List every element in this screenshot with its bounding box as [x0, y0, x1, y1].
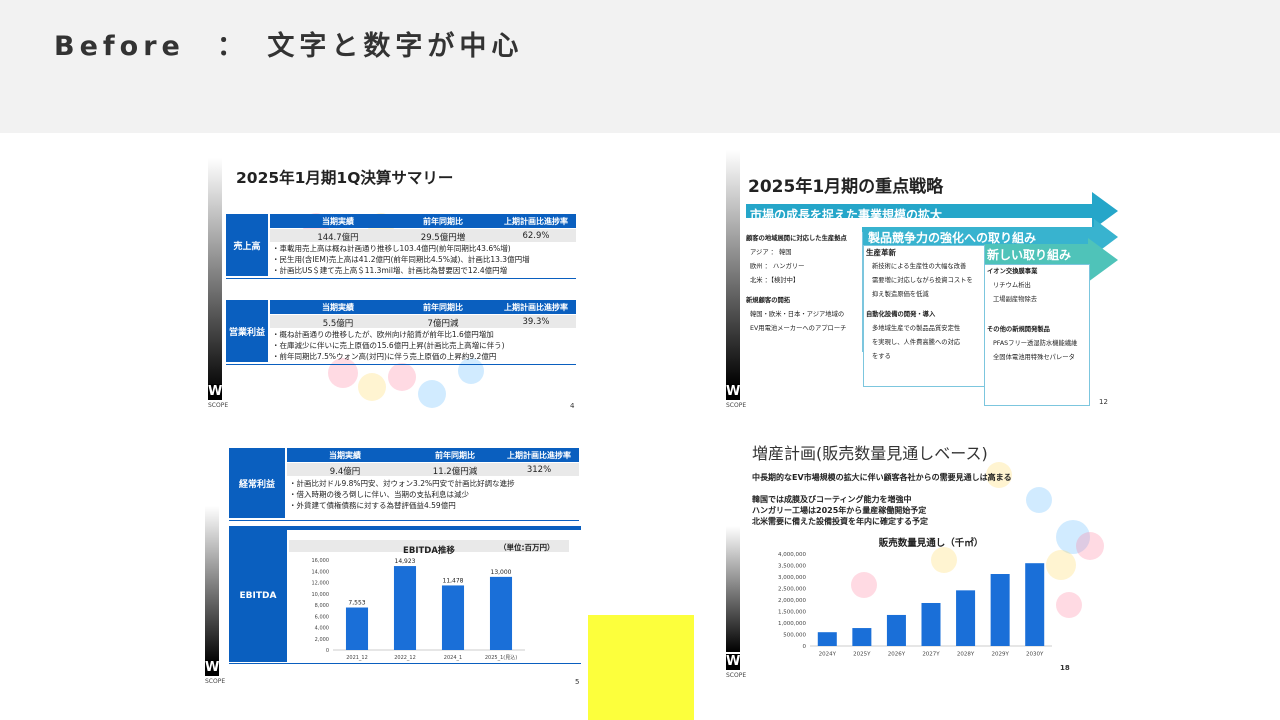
- y-tick-label: 4,000,000: [778, 552, 806, 558]
- arrow-label-3: 新しい取り組み: [987, 248, 1072, 262]
- y-tick-label: 0: [803, 644, 807, 650]
- logo-gradient-bar: [726, 150, 740, 386]
- x-tick-label: 2026Y: [888, 652, 906, 658]
- strategy-column-1: 顧客の地域展開に対応した生産拠点 アジア ： 韓国 欧州 ： ハンガリー 北米 …: [746, 232, 863, 352]
- bar: [852, 628, 872, 646]
- slide-title: 増産計画(販売数量見通しベース): [752, 444, 988, 463]
- x-tick-label: 2021_12: [346, 655, 368, 661]
- bar: [1025, 563, 1045, 646]
- y-tick-label: 1,500,000: [778, 610, 806, 616]
- slide-title: 2025年1月期1Q決算サマリー: [236, 169, 454, 187]
- bar-value-label: 11,478: [443, 577, 464, 584]
- slide-summary: W SCOPE 2025年1月期1Q決算サマリー 売上高 当期実績 前年同期比 …: [208, 158, 582, 412]
- x-tick-label: 2025Y: [853, 652, 871, 658]
- x-tick-label: 2025_1(見込): [485, 654, 517, 661]
- slide-production: W SCOPE 増産計画(販売数量見通しベース) 中長期的なEV市場規模の拡大に…: [726, 432, 1120, 684]
- y-tick-label: 1,000,000: [778, 621, 806, 627]
- logo-gradient-bar: [208, 158, 222, 394]
- table-header: 当期実績 前年同期比 上期計画比進捗率: [270, 214, 576, 228]
- x-tick-label: 2030Y: [1026, 652, 1044, 658]
- y-tick-label: 6,000: [315, 614, 329, 620]
- page-number: 4: [570, 402, 575, 410]
- production-notes: 韓国では成膜及びコーティング能力を増強中 ハンガリー工場は2025年から量産稼働…: [752, 495, 928, 526]
- x-tick-label: 2024_1: [444, 655, 462, 661]
- production-note-1: 中長期的なEV市場規模の拡大に伴い顧客各社からの需要見通しは高まる: [752, 473, 1012, 482]
- header-band: Before ： 文字と数字が中心: [0, 0, 1280, 133]
- scope-logo-icon: W: [208, 384, 223, 400]
- y-tick-label: 8,000: [315, 603, 329, 609]
- logo-gradient-bar: [726, 526, 740, 652]
- logo-text: SCOPE: [726, 672, 747, 679]
- page-number: 12: [1099, 398, 1108, 406]
- sales-bullets: ・車載用売上高は概ね計画通り推移し103.4億円(前年同期比43.6%増) ・民…: [272, 244, 530, 275]
- scope-logo-icon: W: [726, 654, 741, 670]
- bar: [489, 576, 513, 650]
- slide-strategy: W SCOPE 2025年1月期の重点戦略 市場の成長を捉えた事業規模の拡大 製…: [726, 150, 1120, 412]
- page-number: 5: [575, 678, 580, 686]
- y-tick-label: 3,500,000: [778, 564, 806, 570]
- y-tick-label: 2,500,000: [778, 587, 806, 593]
- sales-label: 売上高: [226, 214, 268, 276]
- page-title: Before ： 文字と数字が中心: [54, 31, 524, 62]
- strategy-column-3: イオン交換膜事業 リチウム析出 工場副産物除去 その他の新規開発製品 PFASフ…: [984, 264, 1090, 406]
- ordinary-profit-label: 経常利益: [229, 448, 285, 518]
- table-header: 当期実績 前年同期比 上期計画比進捗率: [287, 448, 579, 462]
- bar: [921, 602, 941, 646]
- bar: [345, 607, 369, 650]
- bar: [817, 632, 837, 646]
- chart-title: EBITDA推移: [403, 545, 455, 556]
- sales-values-row: 144.7億円 29.5億円増 62.9%: [270, 229, 576, 243]
- table-header: 当期実績 前年同期比 上期計画比進捗率: [270, 300, 576, 314]
- bar: [441, 585, 465, 650]
- y-tick-label: 2,000: [315, 637, 329, 643]
- bar-value-label: 7,553: [348, 600, 365, 607]
- y-tick-label: 3,000,000: [778, 575, 806, 581]
- bar-value-label: 13,000: [491, 569, 512, 576]
- logo-text: SCOPE: [208, 402, 229, 409]
- op-profit-label: 営業利益: [226, 300, 268, 362]
- slide-ebitda: W SCOPE 経常利益 当期実績 前年同期比 上期計画比進捗率 9.4億円 1…: [205, 444, 585, 688]
- yellow-highlight-block: [588, 615, 694, 720]
- op-profit-values-row: 5.5億円 7億円減 39.3%: [270, 315, 576, 329]
- y-tick-label: 10,000: [312, 592, 330, 598]
- chart-title: 販売数量見通し（千㎡）: [879, 537, 984, 549]
- x-tick-label: 2028Y: [957, 652, 975, 658]
- ordinary-profit-values-row: 9.4億円 11.2億円減 312%: [287, 463, 579, 477]
- op-profit-bullets: ・概ね計画通りの推移したが、欧州向け船賃が前年比1.6億円増加 ・在庫減少に伴い…: [272, 330, 505, 361]
- sales-volume-chart: 販売数量見通し（千㎡） 0 500,000 1,000,000 1,500,000 2,0…: [778, 537, 1052, 658]
- y-tick-label: 0: [326, 648, 329, 654]
- y-tick-label: 4,000: [315, 626, 329, 632]
- scope-logo-icon: W: [205, 660, 220, 676]
- y-tick-label: 500,000: [783, 633, 806, 639]
- bar: [886, 614, 906, 646]
- x-tick-label: 2022_12: [394, 655, 416, 661]
- y-tick-label: 14,000: [312, 569, 330, 575]
- scope-logo-icon: W: [726, 384, 741, 400]
- bar: [990, 574, 1010, 646]
- x-tick-label: 2024Y: [819, 652, 837, 658]
- strategy-column-2: 生産革新 新技術による生産性の大幅な改善 需要増に対応しながら投資コストを 抑え…: [863, 245, 985, 387]
- bar-value-label: 14,923: [395, 558, 416, 565]
- logo-gradient-bar: [205, 506, 219, 664]
- page-number: 18: [1060, 664, 1070, 672]
- logo-text: SCOPE: [205, 678, 226, 685]
- y-tick-label: 2,000,000: [778, 598, 806, 604]
- ebitda-label: EBITDA: [229, 530, 287, 662]
- logo-text: SCOPE: [726, 402, 747, 409]
- ebitda-chart: EBITDA推移 0 2,000 4,000 6,000 8,000 10,000 12,00…: [312, 545, 525, 661]
- ordinary-profit-bullets: ・計画比対ドル9.8%円安、対ウォン3.2%円安で計画比好調な進捗 ・借入時期の…: [289, 479, 515, 510]
- x-tick-label: 2029Y: [991, 652, 1009, 658]
- bar: [956, 590, 976, 646]
- y-tick-label: 16,000: [312, 558, 330, 564]
- bar: [393, 566, 417, 650]
- x-tick-label: 2027Y: [922, 652, 940, 658]
- y-tick-label: 12,000: [312, 581, 330, 587]
